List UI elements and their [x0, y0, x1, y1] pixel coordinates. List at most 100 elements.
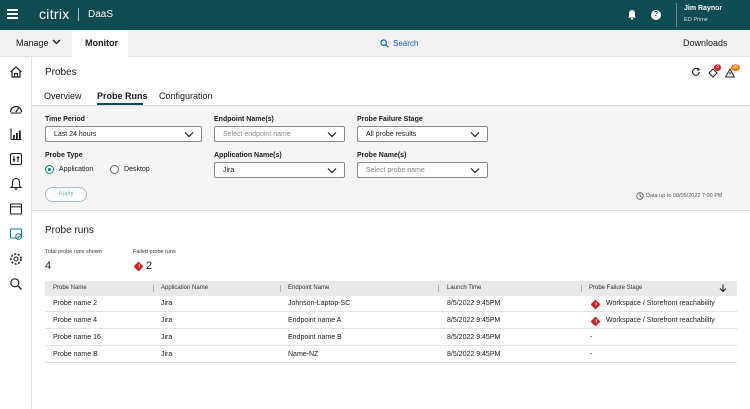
cell-application-name: Jira — [161, 334, 173, 341]
chevron-down-icon[interactable] — [52, 39, 61, 45]
brand-divider — [78, 8, 79, 21]
tab-probe-runs[interactable]: Probe Runs — [97, 91, 148, 101]
column-endpoint-name[interactable]: Endpoint Name — [288, 285, 329, 291]
cell-launch-time: 8/5/2022 9:45PM — [447, 300, 501, 307]
endpoint-names-placeholder: Select endpoint name — [223, 131, 291, 138]
cell-failure-stage: - — [590, 334, 593, 341]
column-divider[interactable] — [153, 285, 154, 292]
failed-runs-label: Failed probe runs — [133, 249, 176, 255]
citrix-logo: citrix — [39, 6, 70, 22]
table-header: Probe Name Application Name Endpoint Nam… — [45, 281, 737, 296]
failure-stage-label: Probe Failure Stage — [357, 116, 423, 123]
user-divider — [676, 3, 677, 27]
tab-configuration[interactable]: Configuration — [159, 91, 213, 101]
application-names-value: Jira — [223, 167, 235, 174]
cell-application-name: Jira — [161, 300, 173, 307]
column-divider[interactable] — [280, 285, 281, 292]
probe-names-select[interactable]: Select probe name — [357, 162, 488, 178]
column-application-name[interactable]: Application Name — [161, 285, 208, 291]
endpoint-names-select[interactable]: Select endpoint name — [214, 126, 345, 142]
failure-stage-value: All probe results — [366, 131, 417, 138]
error-diamond-icon — [590, 316, 601, 327]
cell-launch-time: 8/5/2022 9:45PM — [447, 317, 501, 324]
apply-button[interactable]: Apply — [45, 187, 87, 202]
probe-names-label: Probe Name(s) — [357, 152, 407, 159]
menu-icon[interactable] — [7, 9, 18, 19]
time-period-label: Time Period — [45, 116, 85, 123]
home-icon[interactable] — [9, 65, 23, 79]
cell-application-name: Jira — [161, 317, 173, 324]
page-title: Probes — [45, 67, 77, 78]
probe-icon[interactable] — [9, 227, 23, 241]
radio-desktop[interactable] — [110, 165, 119, 174]
analytics-icon[interactable] — [9, 127, 23, 141]
total-runs-label: Total probe runs shown — [45, 249, 102, 255]
endpoint-names-label: Endpoint Name(s) — [214, 116, 274, 123]
probe-type-label: Probe Type — [45, 152, 83, 159]
probe-runs-title: Probe runs — [45, 225, 94, 236]
table-row[interactable]: Probe name B Jira Name-NZ 8/5/2022 9:45P… — [45, 347, 737, 363]
cell-probe-name: Probe name B — [53, 351, 98, 358]
radio-application[interactable] — [45, 165, 54, 174]
failure-stage-select[interactable]: All probe results — [357, 126, 488, 142]
time-period-value: Last 24 hours — [54, 131, 97, 138]
window-icon[interactable] — [9, 202, 23, 216]
cell-probe-name: Probe name 16 — [53, 334, 101, 341]
downloads-link[interactable]: Downloads — [683, 38, 728, 48]
top-bar: citrix DaaS ? Jim Raynor EO Prime — [0, 0, 750, 30]
user-name[interactable]: Jim Raynor — [684, 5, 722, 12]
cell-failure-stage: Workspace / Storefront reachability — [606, 317, 715, 324]
cell-failure-stage: - — [590, 351, 593, 358]
gauge-icon[interactable] — [9, 102, 23, 116]
tab-overview[interactable]: Overview — [44, 91, 82, 101]
column-divider[interactable] — [438, 285, 439, 292]
search-icon[interactable] — [380, 39, 389, 48]
left-rail — [0, 57, 32, 409]
table-row[interactable]: Probe name 16 Jira Endpoint name B 8/5/2… — [45, 330, 737, 346]
refresh-icon[interactable] — [691, 67, 701, 77]
table-row[interactable]: Probe name 4 Jira Endpoint name A 8/5/20… — [45, 313, 737, 329]
column-probe-name[interactable]: Probe Name — [53, 285, 87, 291]
alerts-icon[interactable] — [9, 177, 23, 191]
chevron-down-icon — [327, 132, 337, 138]
table-row[interactable]: Probe name 2 Jira Johnson-Laptop-SC 8/5/… — [45, 296, 737, 312]
error-diamond-icon — [133, 261, 144, 272]
help-icon[interactable]: ? — [651, 10, 661, 20]
column-divider[interactable] — [581, 285, 582, 292]
chevron-down-icon — [470, 132, 480, 138]
cell-launch-time: 8/5/2022 9:45PM — [447, 334, 501, 341]
cell-probe-name: Probe name 4 — [53, 317, 97, 324]
cell-endpoint-name: Endpoint name B — [288, 334, 342, 341]
filter-icon[interactable] — [9, 152, 23, 166]
cell-failure-stage: Workspace / Storefront reachability — [606, 300, 715, 307]
cell-endpoint-name: Name-NZ — [288, 351, 319, 358]
chevron-down-icon — [327, 168, 337, 174]
bell-icon[interactable] — [627, 9, 637, 20]
sort-desc-icon[interactable] — [718, 283, 728, 293]
cell-application-name: Jira — [161, 351, 173, 358]
monitor-tab[interactable]: Monitor — [85, 38, 118, 48]
nav-bar: Manage Monitor Search Downloads — [0, 30, 750, 57]
warnings-count-badge: 10 — [731, 64, 740, 71]
radio-desktop-label[interactable]: Desktop — [124, 166, 150, 173]
cell-endpoint-name: Johnson-Laptop-SC — [288, 300, 351, 307]
data-freshness-note: Data up to 08/05/2022 7:00 PM — [646, 193, 723, 199]
column-launch-time[interactable]: Launch Time — [447, 285, 481, 291]
failed-runs-value: 2 — [146, 260, 153, 272]
total-runs-value: 4 — [45, 260, 52, 272]
cell-endpoint-name: Endpoint name A — [288, 317, 342, 324]
column-failure-stage[interactable]: Probe Failure Stage — [589, 285, 642, 291]
product-name: DaaS — [88, 9, 114, 20]
org-name: EO Prime — [684, 17, 708, 23]
search-button[interactable]: Search — [393, 39, 418, 48]
settings-icon[interactable] — [9, 252, 23, 266]
application-names-select[interactable]: Jira — [214, 162, 345, 178]
cell-launch-time: 8/5/2022 9:45PM — [447, 351, 501, 358]
magnifier-icon[interactable] — [9, 277, 23, 291]
cell-probe-name: Probe name 2 — [53, 300, 97, 307]
clock-icon — [636, 192, 644, 200]
time-period-select[interactable]: Last 24 hours — [45, 126, 202, 142]
application-names-label: Application Name(s) — [214, 152, 282, 159]
manage-menu[interactable]: Manage — [16, 38, 49, 48]
radio-application-label[interactable]: Application — [59, 166, 93, 173]
